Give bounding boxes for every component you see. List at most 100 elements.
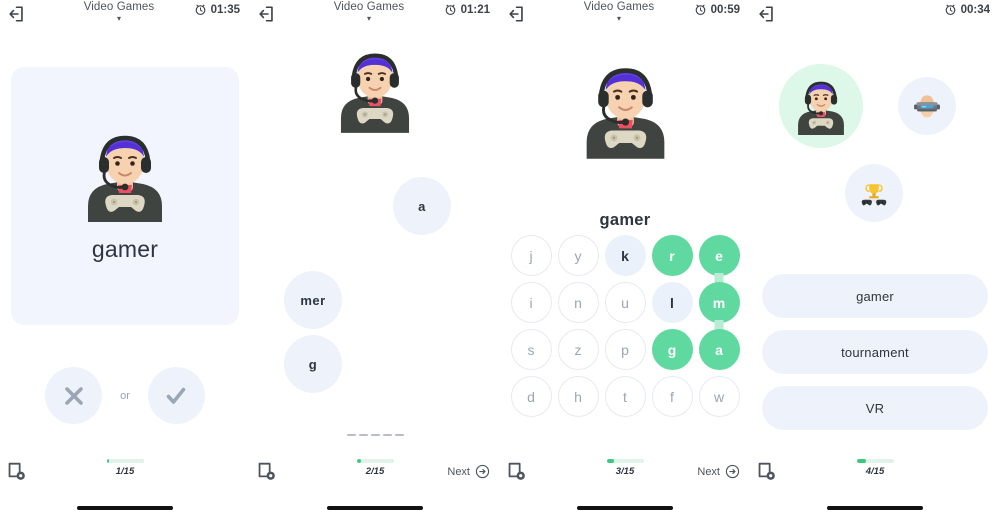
timer: 01:35: [194, 3, 240, 16]
flashcard-screen: Video Games ▾ 01:35 gamer or 1/15: [0, 0, 250, 520]
answer-option[interactable]: gamer: [762, 274, 988, 318]
screen-strip: Video Games ▾ 01:35 gamer or 1/15 Video …: [0, 0, 1000, 520]
choice-row: or: [0, 367, 250, 424]
deck-title-block[interactable]: Video Games ▾: [50, 0, 188, 30]
letter-cell[interactable]: e: [698, 235, 740, 276]
exit-icon[interactable]: [758, 5, 776, 23]
timer-value: 01:21: [460, 3, 490, 16]
letter-grid: j y k r e i n u l m s z p g a d h t f w: [500, 235, 750, 417]
next-label: Next: [447, 465, 470, 478]
option-avatar-tournament[interactable]: [845, 164, 903, 222]
progress-label: 2/15: [365, 465, 385, 477]
progress-label: 1/15: [115, 465, 135, 477]
avatar-wrap: [250, 48, 500, 133]
letter-cell[interactable]: t: [604, 376, 646, 417]
answer-slot-dash: [358, 434, 368, 436]
flashcard-word: gamer: [91, 235, 159, 262]
accept-button[interactable]: [147, 367, 205, 424]
letter-cell[interactable]: m: [698, 282, 740, 323]
progress-block: 4/15: [750, 459, 1000, 477]
letter-cell[interactable]: y: [557, 235, 599, 276]
close-icon: [64, 386, 83, 405]
footer: 1/15: [0, 454, 250, 520]
letter-cell[interactable]: d: [510, 376, 552, 417]
next-button[interactable]: Next: [447, 464, 490, 479]
chevron-down-icon: ▾: [366, 14, 371, 23]
timer-value: 00:59: [710, 3, 740, 16]
progress-track: [856, 459, 894, 463]
progress-label: 4/15: [865, 465, 885, 477]
letter-cell[interactable]: n: [557, 282, 599, 323]
letter-cell[interactable]: a: [698, 329, 740, 370]
answer-slot-dash: [346, 434, 356, 436]
home-indicator: [577, 505, 673, 510]
deck-title-block[interactable]: Video Games ▾: [300, 0, 438, 30]
letter-cell[interactable]: j: [510, 235, 552, 276]
multiple-choice-screen: 00:34 gamer tournament VR 4/15: [750, 0, 1000, 520]
letter-bubble[interactable]: g: [284, 335, 342, 393]
grid-row: i n u l m: [510, 282, 740, 323]
flashcard[interactable]: gamer: [11, 67, 239, 325]
vr-headset-avatar: [914, 95, 940, 118]
letter-cell[interactable]: z: [557, 329, 599, 370]
option-avatars: [750, 52, 1000, 222]
top-bar: Video Games ▾ 01:35: [0, 0, 250, 34]
letter-cell[interactable]: i: [510, 282, 552, 323]
letter-bubble[interactable]: a: [393, 177, 451, 235]
progress-fill: [606, 459, 614, 463]
arrow-right-circle-icon: [475, 464, 490, 479]
letter-cell[interactable]: l: [651, 282, 693, 323]
letter-cell[interactable]: f: [651, 376, 693, 417]
progress-label: 3/15: [615, 465, 635, 477]
answer-list: gamer tournament VR: [762, 274, 988, 430]
next-button[interactable]: Next: [697, 464, 740, 479]
gamer-avatar: [573, 62, 678, 159]
home-indicator: [327, 505, 423, 510]
answer-option[interactable]: tournament: [762, 330, 988, 374]
exit-icon[interactable]: [8, 5, 26, 23]
deck-title: Video Games: [333, 1, 405, 13]
letter-grid-screen: Video Games ▾ 00:59 gamer j y k r e i n …: [500, 0, 750, 520]
answer-option[interactable]: VR: [762, 386, 988, 430]
deck-title-block: [800, 0, 938, 30]
timer-value: 01:35: [210, 3, 240, 16]
alarm-clock-icon: [445, 4, 455, 15]
reject-button[interactable]: [45, 367, 103, 424]
letter-cell[interactable]: r: [651, 235, 693, 276]
option-avatar-vr[interactable]: [898, 77, 956, 135]
letter-cell[interactable]: g: [651, 329, 693, 370]
top-bar: Video Games ▾ 00:59: [500, 0, 750, 34]
gamer-avatar: [796, 80, 846, 135]
option-avatar-gamer[interactable]: [779, 64, 863, 148]
arrow-right-circle-icon: [725, 464, 740, 479]
exit-icon[interactable]: [508, 5, 526, 23]
deck-title-block[interactable]: Video Games ▾: [550, 0, 688, 30]
gamer-avatar: [75, 130, 175, 222]
alarm-clock-icon: [695, 4, 705, 15]
gamer-avatar: [329, 48, 421, 133]
letter-grid-body: gamer j y k r e i n u l m s z p g a d h …: [500, 34, 750, 454]
grid-row: d h t f w: [510, 376, 740, 417]
deck-title: Video Games: [583, 1, 655, 13]
letter-cell[interactable]: w: [698, 376, 740, 417]
grid-row: s z p g a: [510, 329, 740, 370]
footer: 2/15 Next: [250, 454, 500, 520]
answer-slot-dash: [394, 434, 404, 436]
letter-cell[interactable]: p: [604, 329, 646, 370]
multiple-choice-body: gamer tournament VR: [750, 34, 1000, 454]
check-icon: [167, 387, 186, 404]
letter-cell[interactable]: s: [510, 329, 552, 370]
top-bar: Video Games ▾ 01:21: [250, 0, 500, 34]
choice-or-label: or: [120, 389, 130, 402]
footer: 3/15 Next: [500, 454, 750, 520]
word-bubbles-screen: Video Games ▾ 01:21 a mer g 2/15 Next: [250, 0, 500, 520]
progress-track: [606, 459, 644, 463]
letter-cell[interactable]: u: [604, 282, 646, 323]
letter-cell[interactable]: k: [604, 235, 646, 276]
grid-row: j y k r e: [510, 235, 740, 276]
exit-icon[interactable]: [258, 5, 276, 23]
letter-cell[interactable]: h: [557, 376, 599, 417]
alarm-clock-icon: [945, 4, 955, 15]
letter-bubble[interactable]: mer: [284, 271, 342, 329]
next-label: Next: [697, 465, 720, 478]
